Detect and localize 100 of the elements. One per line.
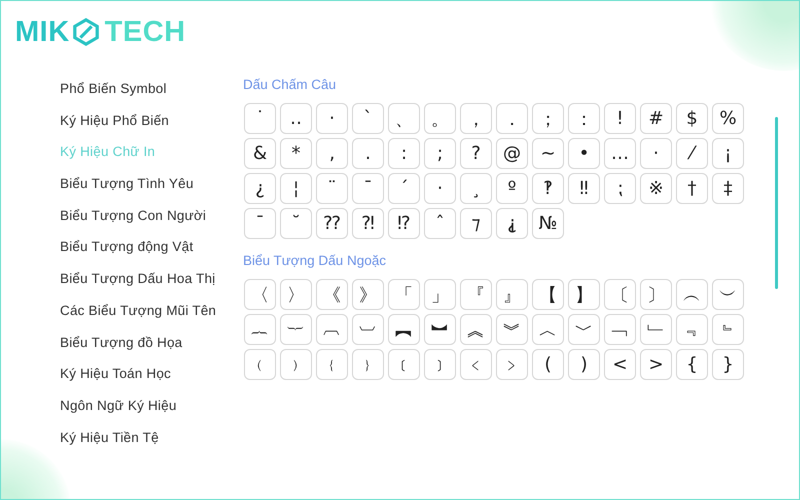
symbol-button[interactable]: 〈 [244,279,276,310]
symbol-button[interactable]: ︹ [316,314,348,345]
symbol-button[interactable]: ‚ [316,138,348,169]
symbol-button[interactable]: · [424,173,456,204]
symbol-button[interactable]: ¨ [316,173,348,204]
symbol-button[interactable]: ︿ [532,314,564,345]
symbol-button[interactable]: ‽ [532,173,564,204]
symbol-button[interactable]: ﹙ [244,349,276,380]
symbol-button[interactable]: 】 [568,279,600,310]
symbol-button[interactable]: ( [532,349,564,380]
symbol-button[interactable]: < [604,349,636,380]
symbol-button[interactable]: . [352,138,384,169]
symbol-button[interactable]: ¸ [460,173,492,204]
symbol-button[interactable]: ﹀ [568,314,600,345]
scrollbar-thumb[interactable] [775,117,778,289]
symbol-button[interactable]: ︸ [280,314,312,345]
symbol-button[interactable]: ; [424,138,456,169]
symbol-button[interactable]: % [712,103,744,134]
symbol-button[interactable]: : [388,138,420,169]
symbol-button[interactable]: № [532,208,564,239]
symbol-button[interactable]: ﹃ [676,314,708,345]
symbol-button[interactable]: ︺ [352,314,384,345]
symbol-button[interactable]: † [676,173,708,204]
symbol-button[interactable]: & [244,138,276,169]
symbol-button[interactable]: 〉 [280,279,312,310]
category-link[interactable]: Các Biểu Tượng Mũi Tên [60,294,242,326]
category-link[interactable]: Biểu Tượng động Vật [60,231,242,264]
symbol-button[interactable]: ︷ [244,314,276,345]
symbol-button[interactable]: ﹂ [640,314,672,345]
symbol-button[interactable]: ︾ [496,314,528,345]
category-link[interactable]: Biểu Tượng Con Người [60,200,242,232]
symbol-button[interactable]: ﹚ [280,349,312,380]
symbol-button[interactable]: ⁇ [316,208,348,239]
symbol-button[interactable]: ﹁ [604,314,636,345]
symbol-button[interactable]: ? [460,138,492,169]
symbol-button[interactable]: … [604,138,636,169]
symbol-button[interactable]: ¯ [352,173,384,204]
symbol-button[interactable]: # [640,103,672,134]
symbol-button[interactable]: 【 [532,279,564,310]
category-link[interactable]: Biểu Tượng đồ Họa [60,326,242,358]
symbol-button[interactable]: ︻ [388,314,420,345]
symbol-button[interactable]: ． [496,103,528,134]
symbol-button[interactable]: ¡ [712,138,744,169]
symbol-button[interactable]: ‥ [280,103,312,134]
symbol-button[interactable]: 『 [460,279,492,310]
symbol-button[interactable]: } [712,349,744,380]
symbol-button[interactable]: ： [568,103,600,134]
symbol-button[interactable]: ︼ [424,314,456,345]
symbol-button[interactable]: ⁄ [676,138,708,169]
category-link[interactable]: Ký Hiệu Phổ Biến [60,104,242,136]
symbol-button[interactable]: @ [496,138,528,169]
symbol-button[interactable]: º [496,173,528,204]
symbol-button[interactable]: ¦ [280,173,312,204]
symbol-button[interactable]: ‡ [712,173,744,204]
symbol-button[interactable]: · [640,138,672,169]
symbol-button[interactable]: ˘ [280,208,312,239]
symbol-button[interactable]: 、 [388,103,420,134]
category-link[interactable]: Biểu Tượng Tình Yêu [60,168,242,200]
symbol-button[interactable]: ´ [388,173,420,204]
symbol-button[interactable]: ⁉ [388,208,420,239]
category-link[interactable]: Ký Hiệu Tiền Tệ [60,422,242,454]
symbol-button[interactable]: ﹛ [316,349,348,380]
symbol-button[interactable]: ※ [640,173,672,204]
category-link[interactable]: Biểu Tượng Dấu Hoa Thị [60,263,242,295]
symbol-button[interactable]: ˙ [244,103,276,134]
symbol-button[interactable]: ﹥ [496,349,528,380]
symbol-button[interactable]: ˋ [352,103,384,134]
symbol-button[interactable]: 。 [424,103,456,134]
symbol-button[interactable]: · [316,103,348,134]
symbol-button[interactable]: ﹜ [352,349,384,380]
symbol-button[interactable]: ︵ [676,279,708,310]
symbol-button[interactable]: ⁏ [604,173,636,204]
symbol-button[interactable]: 「 [388,279,420,310]
symbol-button[interactable]: ⁈ [352,208,384,239]
symbol-button[interactable]: ︽ [460,314,492,345]
symbol-button[interactable]: ⁊ [460,208,492,239]
symbol-button[interactable]: ﹄ [712,314,744,345]
symbol-button[interactable]: * [280,138,312,169]
symbol-button[interactable]: ‼ [568,173,600,204]
category-link[interactable]: Ký Hiệu Toán Học [60,358,242,390]
symbol-button[interactable]: ﹞ [424,349,456,380]
symbol-button[interactable]: ˆ [424,208,456,239]
symbol-button[interactable]: ) [568,349,600,380]
symbol-button[interactable]: 《 [316,279,348,310]
symbol-button[interactable]: ¿ [244,173,276,204]
symbol-button[interactable]: ⸘ [496,208,528,239]
symbol-button[interactable]: 』 [496,279,528,310]
symbol-button[interactable]: ︶ [712,279,744,310]
symbol-button[interactable]: ! [604,103,636,134]
symbol-button[interactable]: ， [460,103,492,134]
symbol-button[interactable]: ； [532,103,564,134]
symbol-button[interactable]: ﹝ [388,349,420,380]
symbol-button[interactable]: > [640,349,672,380]
symbol-button[interactable]: 」 [424,279,456,310]
symbol-button[interactable]: ﹤ [460,349,492,380]
symbol-button[interactable]: • [568,138,600,169]
category-link[interactable]: Phổ Biến Symbol [60,73,242,105]
symbol-button[interactable]: 〔 [604,279,636,310]
category-link[interactable]: Ngôn Ngữ Ký Hiệu [60,390,242,422]
symbol-button[interactable]: 》 [352,279,384,310]
